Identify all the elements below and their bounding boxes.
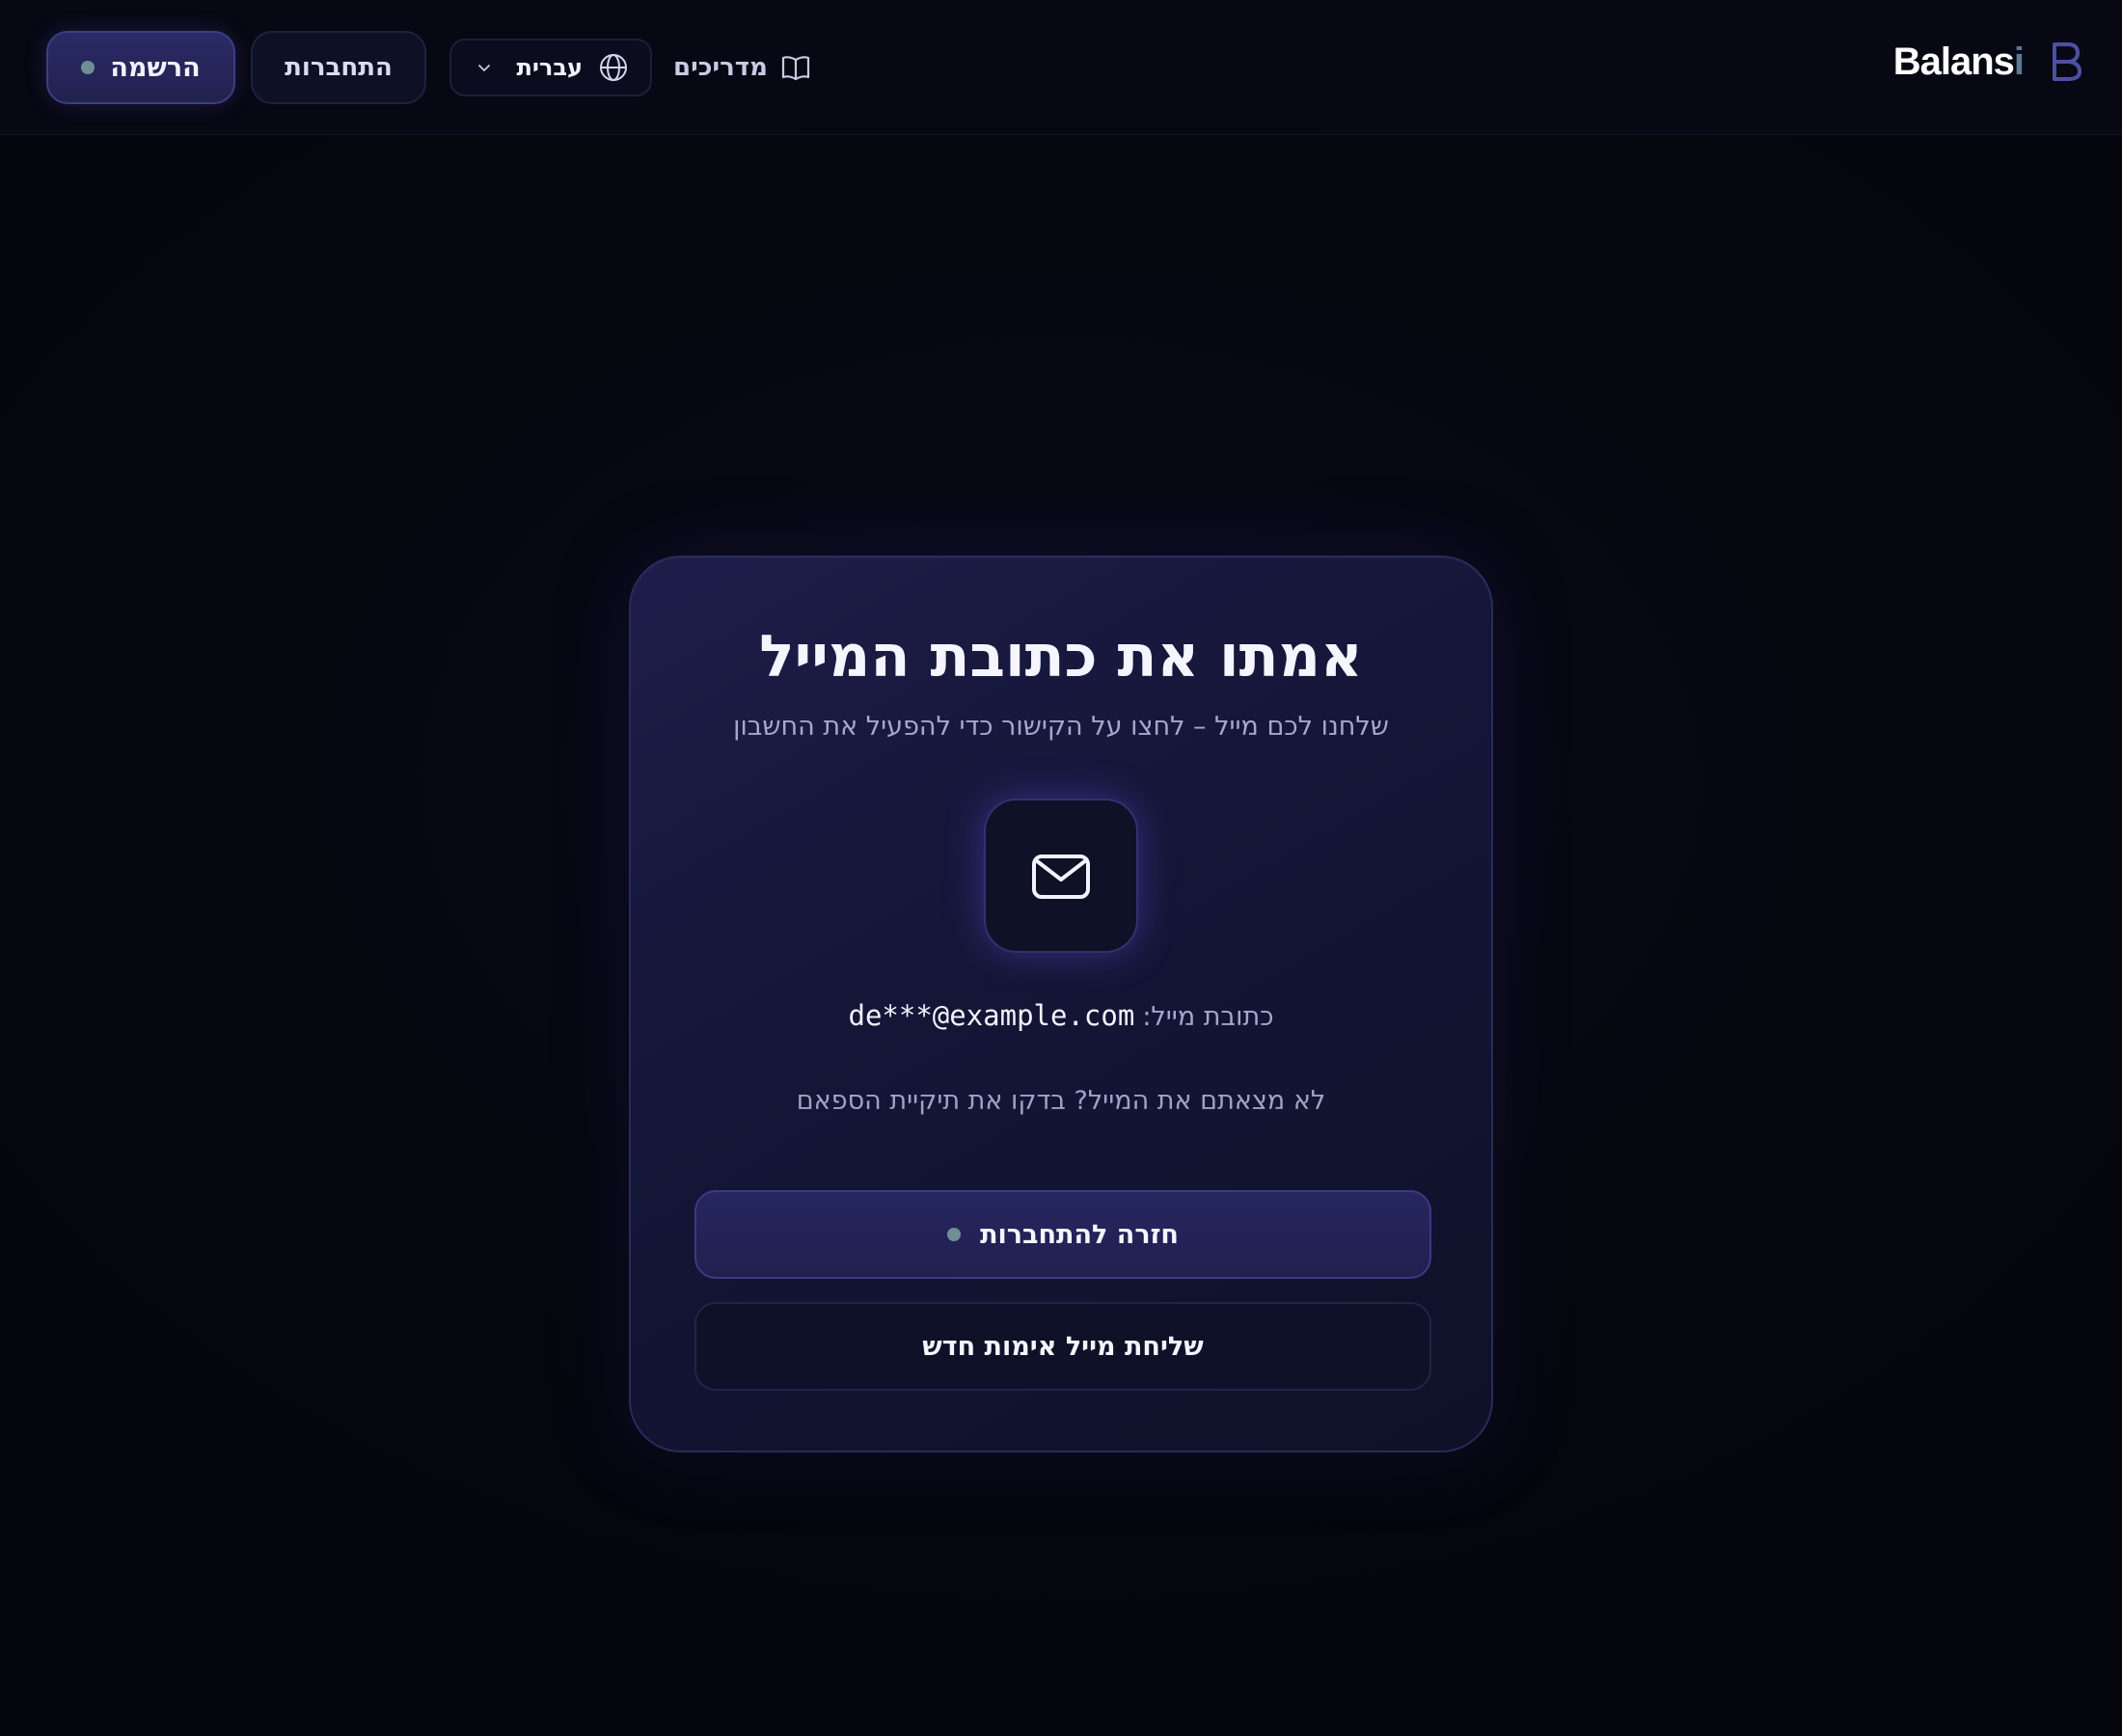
book-icon — [781, 56, 810, 81]
resend-verification-label: שליחת מייל אימות חדש — [922, 1331, 1204, 1362]
language-selected-label: עברית — [516, 54, 583, 81]
b-logo-icon — [2053, 42, 2081, 81]
guides-link[interactable]: מדריכים — [673, 44, 812, 91]
top-navigation-bar: הרשמה התחברות עברית מדריכים Balansi — [0, 0, 2122, 135]
resend-verification-button[interactable]: שליחת מייל אימות חדש — [694, 1302, 1431, 1391]
page-title: אמתו את כתובת המייל — [759, 623, 1363, 691]
guides-label: מדריכים — [673, 53, 768, 82]
login-button[interactable]: התחברות — [251, 31, 426, 104]
email-address-line: כתובת מייל: de***@example.com — [631, 999, 1491, 1032]
status-dot-icon — [81, 61, 95, 74]
signup-button[interactable]: הרשמה — [46, 31, 235, 104]
page-subtitle: שלחנו לכם מייל – לחצו על הקישור כדי להפע… — [733, 712, 1389, 742]
brand-logo[interactable]: Balansi — [1893, 33, 2083, 91]
back-to-login-button[interactable]: חזרה להתחברות — [694, 1190, 1431, 1279]
logo-text: Balansi — [1892, 40, 2025, 83]
mail-icon-container — [984, 799, 1138, 953]
spam-note: לא מצאתם את המייל? בדקו את תיקיית הספאם — [796, 1086, 1326, 1116]
verify-email-card: אמתו את כתובת המייל שלחנו לכם מייל – לחצ… — [629, 556, 1493, 1452]
globe-icon — [600, 54, 627, 81]
mail-icon — [1032, 854, 1090, 899]
login-label: התחברות — [285, 53, 393, 82]
email-label: כתובת מייל: — [1142, 1002, 1274, 1032]
signup-label: הרשמה — [110, 52, 201, 83]
email-value: de***@example.com — [848, 999, 1135, 1032]
back-to-login-label: חזרה להתחברות — [980, 1219, 1179, 1250]
status-dot-icon — [947, 1228, 962, 1241]
chevron-down-icon — [478, 65, 490, 71]
language-select[interactable]: עברית — [449, 39, 652, 96]
